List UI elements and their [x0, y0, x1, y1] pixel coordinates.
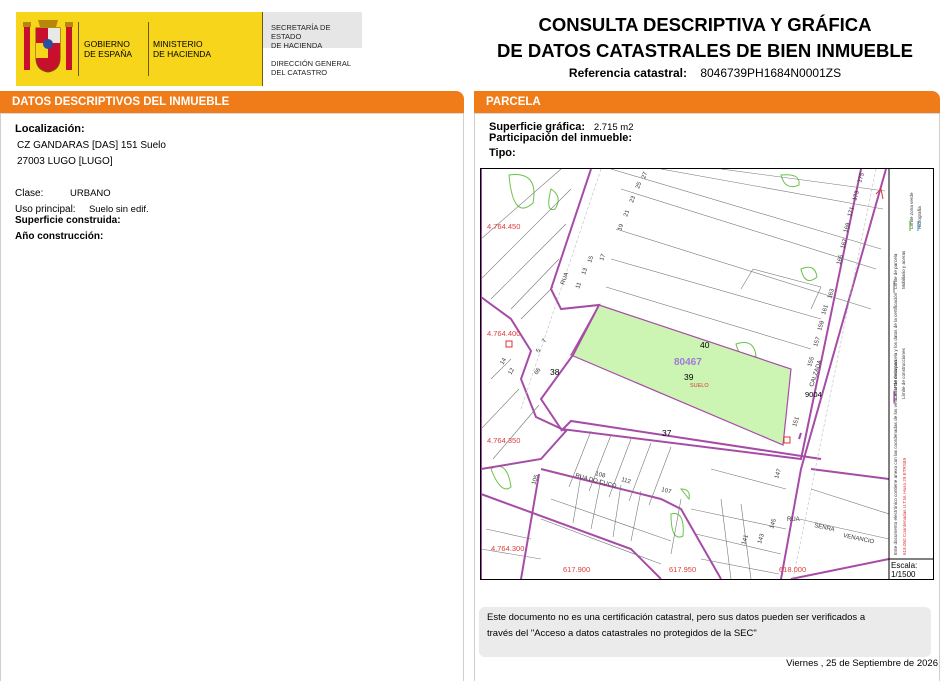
- number-15: 15: [587, 255, 595, 264]
- street-rua: RUA: [560, 272, 570, 286]
- label-40: 40: [700, 340, 710, 350]
- label-37: 37: [662, 428, 672, 438]
- gov-line2: DE ESPAÑA: [84, 49, 133, 59]
- number-112: 112: [620, 477, 631, 485]
- secretaria-line2: DE HACIENDA: [271, 41, 323, 50]
- clase-value: URBANO: [70, 188, 111, 199]
- legend-coords-note: 618.050 Coordenadas U.T.M. Huso 29 ETRS8…: [902, 458, 907, 555]
- government-logo: GOBIERNO DE ESPAÑA MINISTERIO DE HACIEND…: [16, 12, 362, 86]
- descriptive-data-panel: Localización: CZ GANDARAS [DAS] 151 Suel…: [0, 113, 464, 681]
- number-161: 161: [821, 304, 830, 316]
- number-145: 145: [769, 518, 778, 530]
- ministry-line2: DE HACIENDA: [153, 49, 212, 59]
- note-line2: través del "Acceso a datos catastrales n…: [487, 628, 757, 639]
- direccion-line1: DIRECCIÓN GENERAL: [271, 59, 352, 68]
- disclaimer-note: Este documento no es una certificación c…: [479, 607, 931, 657]
- number-21: 21: [623, 209, 631, 218]
- legend-doc-note: Este documento electrónico contiene anex…: [893, 292, 898, 555]
- number-171: 171: [847, 206, 856, 218]
- parcel-sub-label: 39: [684, 372, 694, 382]
- gov-line1: GOBIERNO: [84, 39, 130, 49]
- label-9004: 9004: [805, 390, 822, 399]
- cadastral-map[interactable]: 4.764.450 4.764.400 4.764.350 4.764.300 …: [480, 168, 934, 580]
- label-38: 38: [550, 367, 560, 377]
- reference-value: 8046739PH1684N0001ZS: [700, 66, 842, 80]
- parcel-header: PARCELA: [474, 91, 940, 114]
- coord-y1: 4.764.450: [487, 222, 520, 231]
- coat-of-arms-icon: [23, 20, 73, 73]
- number-13: 13: [581, 267, 589, 276]
- page-title: CONSULTA DESCRIPTIVA Y GRÁFICA DE DATOS …: [470, 12, 940, 64]
- title-line2: DE DATOS CATASTRALES DE BIEN INMUEBLE: [497, 40, 913, 61]
- tipo-label: Tipo:: [489, 147, 516, 159]
- title-line1: CONSULTA DESCRIPTIVA Y GRÁFICA: [538, 14, 872, 35]
- ministry-line1: MINISTERIO: [153, 39, 203, 49]
- street-senra: SENRA: [814, 523, 835, 533]
- number-7: 7: [542, 338, 549, 344]
- parcel-type-label: SUELO: [690, 383, 709, 389]
- number-23: 23: [629, 195, 637, 204]
- direccion-line2: DEL CATASTRO: [271, 68, 328, 77]
- descriptive-data-title: DATOS DESCRIPTIVOS DEL INMUEBLE: [12, 96, 230, 108]
- clase-label: Clase:: [15, 188, 44, 199]
- uso-label: Uso principal:: [15, 204, 76, 215]
- number-147: 147: [774, 468, 783, 480]
- number-173: 173: [852, 190, 861, 202]
- number-151: 151: [792, 416, 801, 428]
- address-line1: CZ GANDARAS [DAS] 151 Suelo: [17, 140, 166, 151]
- number-169: 169: [843, 222, 852, 234]
- parcel-title: PARCELA: [486, 96, 541, 108]
- number-27: 27: [641, 171, 649, 180]
- localizacion-label: Localización:: [15, 123, 85, 135]
- number-157: 157: [813, 336, 822, 348]
- coord-x1: 617.900: [563, 565, 590, 574]
- anio-construccion-label: Año construcción:: [15, 231, 104, 242]
- number-5: 5: [536, 348, 543, 354]
- number-12: 12: [508, 367, 517, 376]
- address-line2: 27003 LUGO [LUGO]: [17, 156, 113, 167]
- cadastral-reference: Referencia catastral: 8046739PH1684N0001…: [470, 66, 940, 80]
- uso-value: Suelo sin edif.: [88, 204, 149, 215]
- number-175: 175: [857, 172, 866, 184]
- scale-value: 1/1500: [891, 570, 916, 579]
- map-drawing: 4.764.450 4.764.400 4.764.350 4.764.300 …: [481, 169, 933, 579]
- participacion-label: Participación del inmueble:: [489, 132, 633, 144]
- number-107: 107: [660, 487, 672, 496]
- number-66: 66: [534, 367, 543, 376]
- number-14: 14: [500, 357, 509, 366]
- note-line1: Este documento no es una certificación c…: [487, 612, 866, 623]
- coord-y2: 4.764.400: [487, 329, 520, 338]
- document-date: Viernes , 25 de Septiembre de 2026: [786, 658, 938, 669]
- superficie-construida-label: Superficie construida:: [15, 215, 121, 226]
- reference-label: Referencia catastral:: [568, 66, 687, 80]
- number-11: 11: [575, 281, 583, 290]
- legend-limite-construcciones: Límite de construcciones: [901, 347, 906, 399]
- scale-label: Escala:: [891, 561, 918, 570]
- number-19: 19: [617, 223, 625, 232]
- secretaria-line1: SECRETARÍA DE ESTADO: [271, 23, 331, 41]
- street-rua2: RUA: [787, 517, 800, 523]
- coord-x3: 618.000: [779, 565, 806, 574]
- scale-box: Escala: 1/1500: [891, 561, 917, 579]
- number-17: 17: [599, 253, 607, 262]
- number-141: 141: [741, 534, 750, 546]
- descriptive-data-header: DATOS DESCRIPTIVOS DEL INMUEBLE: [0, 91, 464, 114]
- number-159: 159: [817, 320, 826, 332]
- parcel-id-label: 80467: [674, 357, 702, 368]
- coord-x2: 617.950: [669, 565, 696, 574]
- green-zone-1: [508, 174, 535, 209]
- legend-mobiliario: Mobiliario y aceras: [901, 250, 906, 289]
- coord-y3: 4.764.350: [487, 436, 520, 445]
- parcel-highlight: [570, 304, 792, 446]
- number-143: 143: [757, 533, 766, 545]
- number-25: 25: [635, 181, 643, 190]
- coord-y4: 4.764.300: [491, 544, 524, 553]
